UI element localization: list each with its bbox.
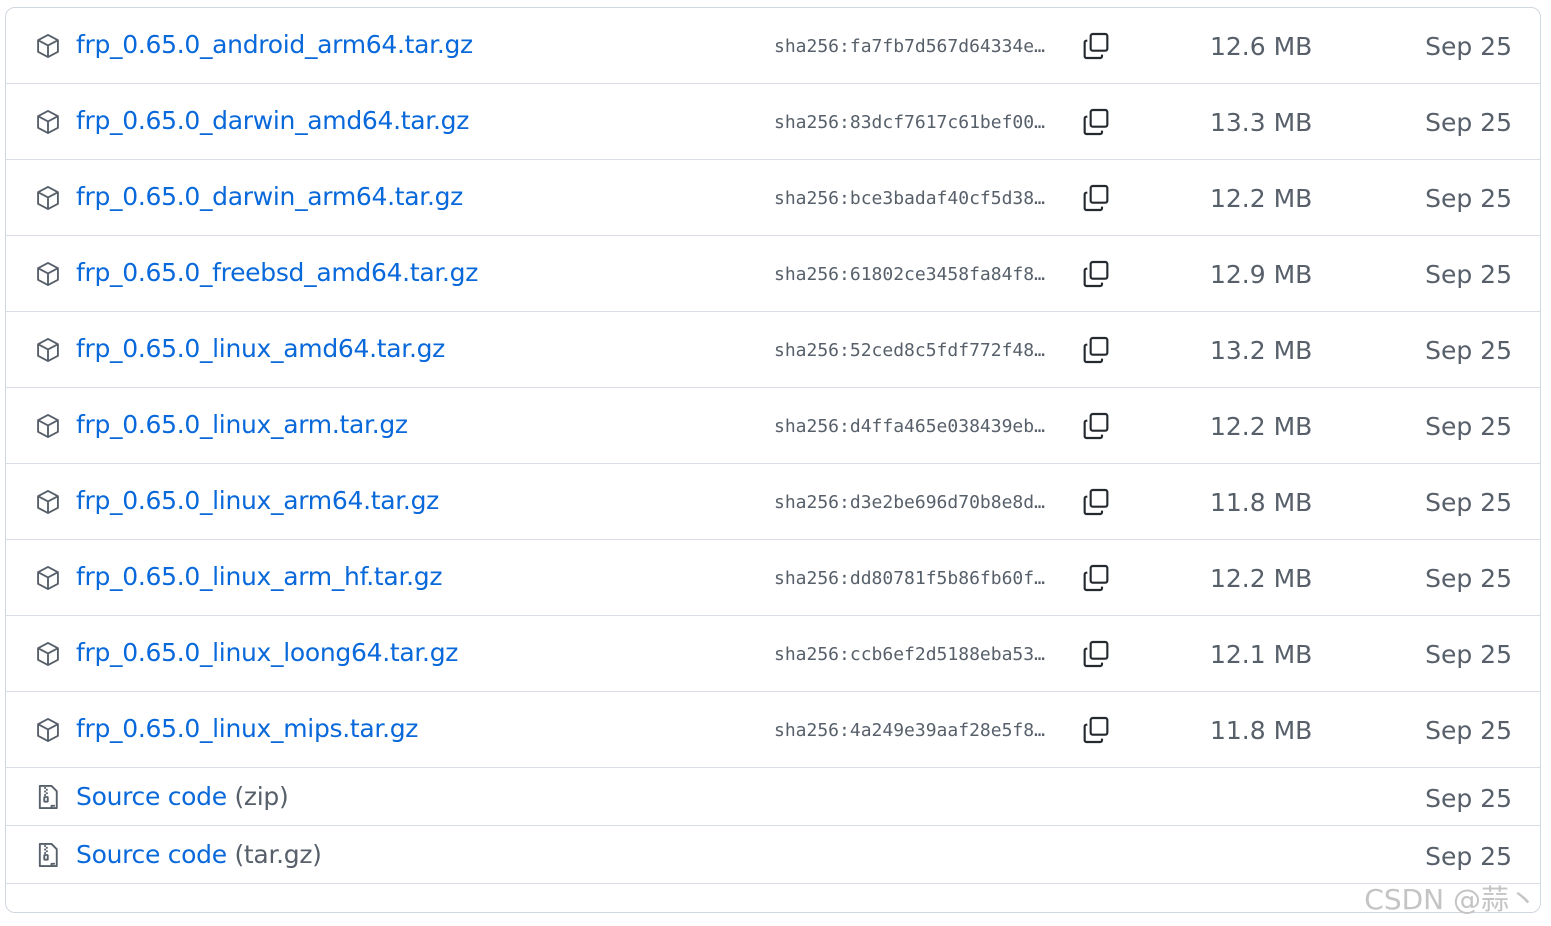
asset-size: 12.6 MB <box>1210 32 1313 61</box>
source-code-date: Sep 25 <box>1425 784 1512 813</box>
asset-date: Sep 25 <box>1425 412 1512 441</box>
package-icon <box>37 489 59 515</box>
package-icon <box>37 565 59 591</box>
copy-icon[interactable] <box>1080 562 1112 594</box>
file-zip-icon <box>38 842 58 868</box>
asset-digest: sha256:61802ce3458fa84f8… <box>774 264 1045 285</box>
copy-icon[interactable] <box>1080 258 1112 290</box>
asset-size: 13.2 MB <box>1210 336 1313 365</box>
source-code-targz-link[interactable]: Source code (tar.gz) <box>76 840 322 869</box>
source-code-label: Source code <box>76 840 227 869</box>
asset-size: 12.2 MB <box>1210 564 1313 593</box>
asset-size: 13.3 MB <box>1210 108 1313 137</box>
asset-link[interactable]: frp_0.65.0_android_arm64.tar.gz <box>76 30 473 59</box>
asset-link[interactable]: frp_0.65.0_darwin_amd64.tar.gz <box>76 106 469 135</box>
source-code-row: Source code (zip) Sep 25 <box>6 768 1540 826</box>
csdn-watermark: CSDN @蒜丶 <box>1364 883 1537 916</box>
copy-icon[interactable] <box>1080 486 1112 518</box>
package-icon <box>37 337 59 363</box>
asset-row: frp_0.65.0_linux_amd64.tar.gz sha256:52c… <box>6 312 1540 388</box>
release-assets-list: frp_0.65.0_android_arm64.tar.gz sha256:f… <box>5 7 1541 913</box>
copy-icon[interactable] <box>1080 638 1112 670</box>
asset-size: 11.8 MB <box>1210 488 1313 517</box>
file-zip-icon <box>38 784 58 810</box>
copy-icon[interactable] <box>1080 714 1112 746</box>
asset-row: frp_0.65.0_linux_arm_hf.tar.gz sha256:dd… <box>6 540 1540 616</box>
asset-link[interactable]: frp_0.65.0_linux_arm64.tar.gz <box>76 486 439 515</box>
asset-date: Sep 25 <box>1425 336 1512 365</box>
package-icon <box>37 185 59 211</box>
asset-digest: sha256:83dcf7617c61bef00… <box>774 112 1045 133</box>
asset-size: 12.2 MB <box>1210 184 1313 213</box>
asset-size: 12.2 MB <box>1210 412 1313 441</box>
asset-link[interactable]: frp_0.65.0_linux_mips.tar.gz <box>76 714 418 743</box>
asset-link[interactable]: frp_0.65.0_linux_arm_hf.tar.gz <box>76 562 442 591</box>
asset-link[interactable]: frp_0.65.0_darwin_arm64.tar.gz <box>76 182 463 211</box>
asset-row: frp_0.65.0_freebsd_amd64.tar.gz sha256:6… <box>6 236 1540 312</box>
asset-date: Sep 25 <box>1425 716 1512 745</box>
package-icon <box>37 641 59 667</box>
asset-digest: sha256:d3e2be696d70b8e8d… <box>774 492 1045 513</box>
asset-row: frp_0.65.0_linux_arm64.tar.gz sha256:d3e… <box>6 464 1540 540</box>
copy-icon[interactable] <box>1080 30 1112 62</box>
package-icon <box>37 413 59 439</box>
asset-row: frp_0.65.0_linux_mips.tar.gz sha256:4a24… <box>6 692 1540 768</box>
asset-date: Sep 25 <box>1425 564 1512 593</box>
asset-date: Sep 25 <box>1425 184 1512 213</box>
asset-row: frp_0.65.0_linux_arm.tar.gz sha256:d4ffa… <box>6 388 1540 464</box>
asset-digest: sha256:dd80781f5b86fb60f… <box>774 568 1045 589</box>
asset-row: frp_0.65.0_linux_loong64.tar.gz sha256:c… <box>6 616 1540 692</box>
copy-icon[interactable] <box>1080 334 1112 366</box>
source-code-label: Source code <box>76 782 227 811</box>
asset-link[interactable]: frp_0.65.0_linux_arm.tar.gz <box>76 410 408 439</box>
asset-date: Sep 25 <box>1425 108 1512 137</box>
asset-size: 11.8 MB <box>1210 716 1313 745</box>
asset-digest: sha256:bce3badaf40cf5d38… <box>774 188 1045 209</box>
copy-icon[interactable] <box>1080 106 1112 138</box>
source-code-zip-link[interactable]: Source code (zip) <box>76 782 289 811</box>
asset-row: frp_0.65.0_darwin_amd64.tar.gz sha256:83… <box>6 84 1540 160</box>
asset-digest: sha256:4a249e39aaf28e5f8… <box>774 720 1045 741</box>
asset-row: frp_0.65.0_android_arm64.tar.gz sha256:f… <box>6 8 1540 84</box>
asset-date: Sep 25 <box>1425 32 1512 61</box>
asset-date: Sep 25 <box>1425 488 1512 517</box>
source-code-date: Sep 25 <box>1425 842 1512 871</box>
asset-link[interactable]: frp_0.65.0_linux_loong64.tar.gz <box>76 638 458 667</box>
asset-digest: sha256:52ced8c5fdf772f48… <box>774 340 1045 361</box>
asset-link[interactable]: frp_0.65.0_linux_amd64.tar.gz <box>76 334 445 363</box>
copy-icon[interactable] <box>1080 410 1112 442</box>
package-icon <box>37 717 59 743</box>
copy-icon[interactable] <box>1080 182 1112 214</box>
asset-size: 12.9 MB <box>1210 260 1313 289</box>
asset-digest: sha256:ccb6ef2d5188eba53… <box>774 644 1045 665</box>
asset-date: Sep 25 <box>1425 260 1512 289</box>
asset-digest: sha256:d4ffa465e038439eb… <box>774 416 1045 437</box>
source-code-suffix: (zip) <box>234 782 289 811</box>
asset-size: 12.1 MB <box>1210 640 1313 669</box>
package-icon <box>37 33 59 59</box>
asset-row: frp_0.65.0_darwin_arm64.tar.gz sha256:bc… <box>6 160 1540 236</box>
asset-date: Sep 25 <box>1425 640 1512 669</box>
source-code-row: Source code (tar.gz) Sep 25 <box>6 826 1540 884</box>
asset-link[interactable]: frp_0.65.0_freebsd_amd64.tar.gz <box>76 258 478 287</box>
package-icon <box>37 261 59 287</box>
asset-digest: sha256:fa7fb7d567d64334e… <box>774 36 1045 57</box>
package-icon <box>37 109 59 135</box>
source-code-suffix: (tar.gz) <box>234 840 322 869</box>
